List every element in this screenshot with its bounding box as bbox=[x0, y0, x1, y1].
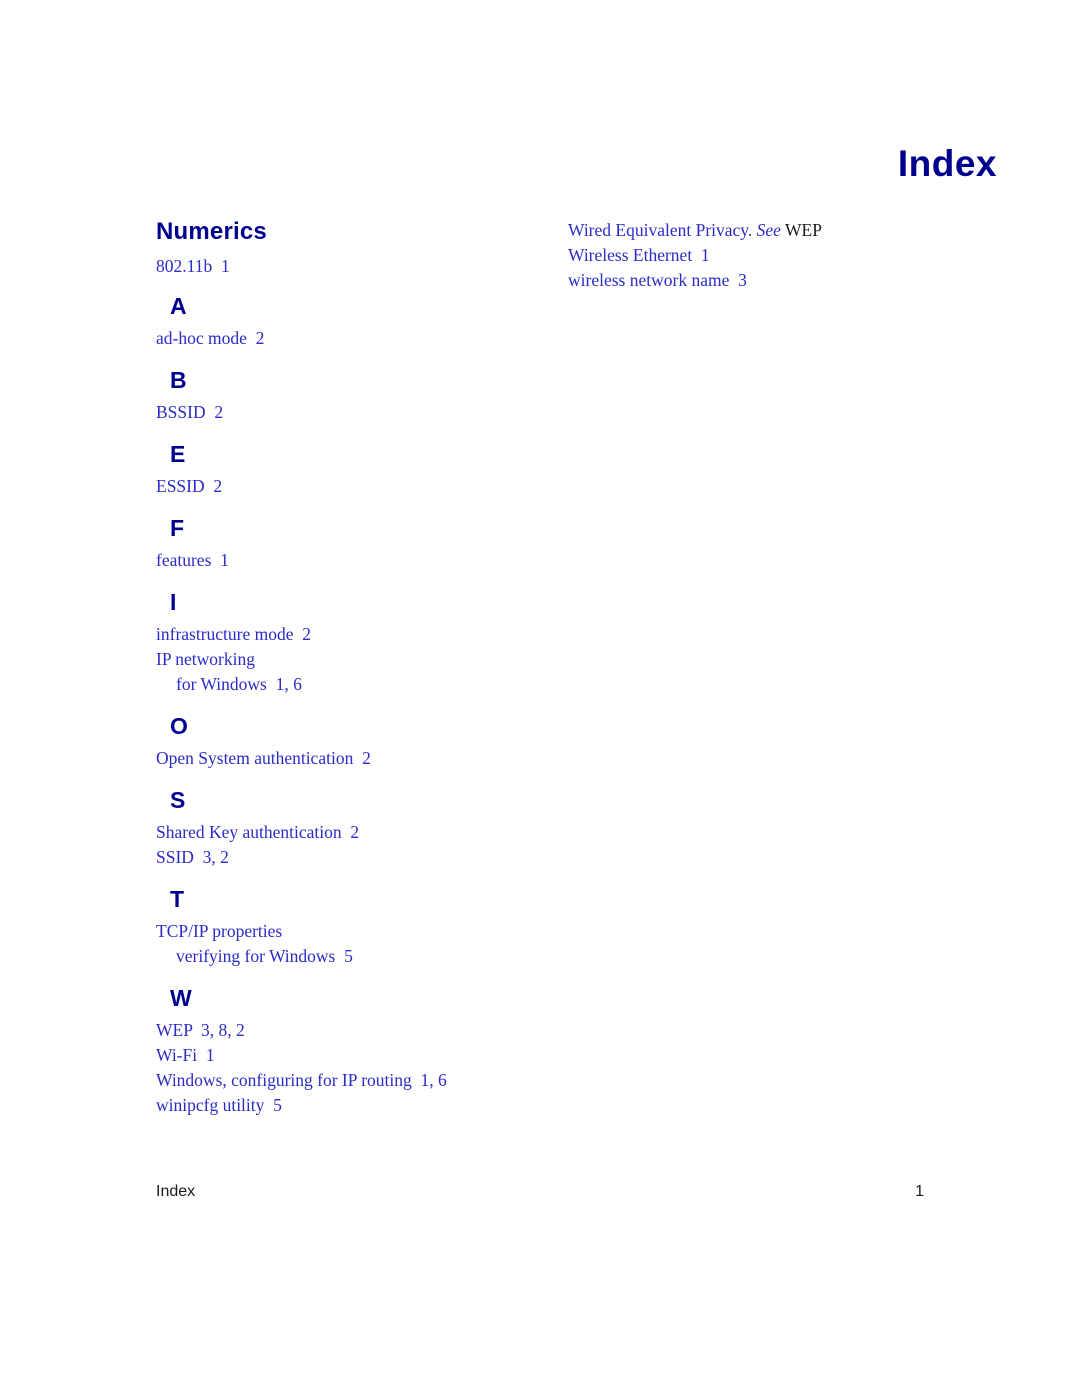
index-entry-part: wireless network name 3 bbox=[568, 270, 747, 290]
index-section-heading: B bbox=[170, 367, 187, 393]
page-title: Index bbox=[897, 143, 997, 184]
index-section-heading: A bbox=[170, 293, 187, 319]
footer-label: Index bbox=[156, 1183, 196, 1200]
index-section-heading: T bbox=[170, 886, 185, 912]
index-page: Index Numerics 802.11b 1 Aad-hoc mode 2 B BS… bbox=[0, 0, 1080, 1397]
index-entry[interactable]: Open System authentication 2 bbox=[156, 746, 556, 771]
index-section-heading: F bbox=[170, 515, 185, 541]
index-group: Numerics 802.11b 1 bbox=[156, 218, 556, 279]
index-entry[interactable]: WEP 3, 8, 2 bbox=[156, 1018, 556, 1043]
index-section-heading: S bbox=[170, 787, 186, 813]
index-entry[interactable]: Wireless Ethernet 1 bbox=[568, 243, 968, 268]
index-section-heading: O bbox=[170, 713, 188, 739]
index-column-left: Numerics 802.11b 1 Aad-hoc mode 2 B BSSID 2 E… bbox=[156, 218, 556, 1134]
footer-page-number: 1 bbox=[915, 1183, 924, 1200]
index-section-heading: W bbox=[170, 985, 192, 1011]
index-group: Ffeatures 1 bbox=[156, 515, 556, 573]
index-entry[interactable]: Windows, configuring for IP routing 1, 6 bbox=[156, 1068, 556, 1093]
index-section-heading: Numerics bbox=[156, 218, 267, 245]
index-group: S Shared Key authentication 2 SSID 3, 2 bbox=[156, 787, 556, 870]
index-entry[interactable]: SSID 3, 2 bbox=[156, 845, 556, 870]
index-group: T TCP/IP properties verifying for Windows … bbox=[156, 886, 556, 969]
index-entry[interactable]: IP networking bbox=[156, 647, 556, 672]
index-group: W WEP 3, 8, 2 Wi-Fi 1 Windows, configuring … bbox=[156, 985, 556, 1118]
index-entry[interactable]: features 1 bbox=[156, 548, 556, 573]
index-subentry[interactable]: verifying for Windows 5 bbox=[156, 944, 556, 969]
index-entry[interactable]: wireless network name 3 bbox=[568, 268, 968, 293]
index-section-heading: I bbox=[170, 589, 177, 615]
index-entry[interactable]: Wired Equivalent Privacy. See WEP bbox=[568, 218, 968, 243]
index-section-heading: E bbox=[170, 441, 186, 467]
index-entry-part: See bbox=[756, 220, 781, 240]
index-entry-part: Wired Equivalent Privacy. bbox=[568, 220, 757, 240]
index-column-right: Wired Equivalent Privacy. See WEP Wireles… bbox=[568, 218, 968, 293]
index-entry-part: Wireless Ethernet 1 bbox=[568, 245, 710, 265]
index-entry[interactable]: ad-hoc mode 2 bbox=[156, 326, 556, 351]
index-entry[interactable]: Wi-Fi 1 bbox=[156, 1043, 556, 1068]
index-entry[interactable]: winipcfg utility 5 bbox=[156, 1093, 556, 1118]
index-entry-part: WEP bbox=[780, 220, 822, 240]
index-entry[interactable]: infrastructure mode 2 bbox=[156, 622, 556, 647]
index-group: O Open System authentication 2 bbox=[156, 713, 556, 771]
index-entry[interactable]: ESSID 2 bbox=[156, 474, 556, 499]
index-entry[interactable]: TCP/IP properties bbox=[156, 919, 556, 944]
page-footer: Index 1 bbox=[156, 1183, 924, 1201]
index-group: Iinfrastructure mode 2 IP networking for W… bbox=[156, 589, 556, 697]
index-entry[interactable]: 802.11b 1 bbox=[156, 254, 556, 279]
index-group: E ESSID 2 bbox=[156, 441, 556, 499]
index-group: B BSSID 2 bbox=[156, 367, 556, 425]
index-entry[interactable]: BSSID 2 bbox=[156, 400, 556, 425]
index-entry[interactable]: Shared Key authentication 2 bbox=[156, 820, 556, 845]
index-subentry[interactable]: for Windows 1, 6 bbox=[156, 672, 556, 697]
index-group: Aad-hoc mode 2 bbox=[156, 293, 556, 351]
